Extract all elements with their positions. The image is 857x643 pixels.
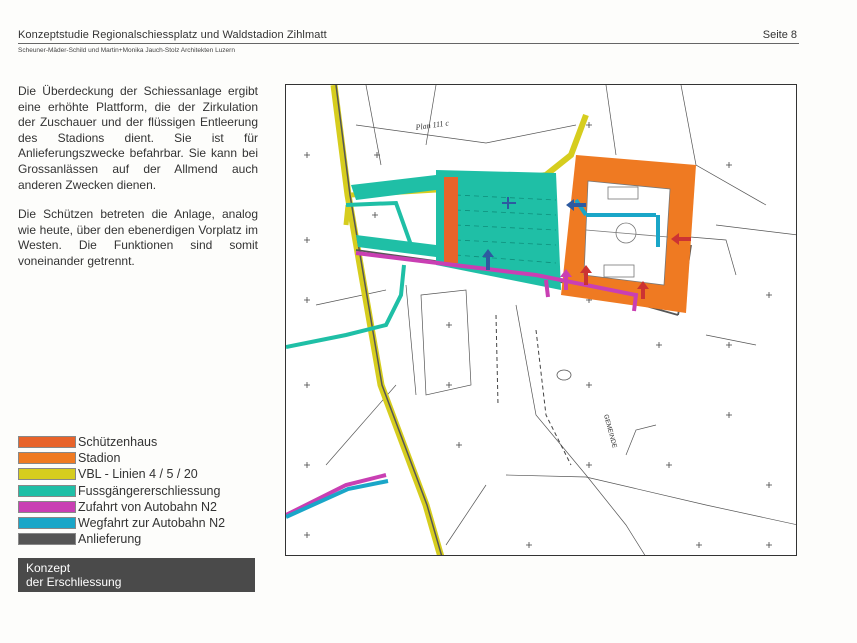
header-authors: Scheuner-Mäder-Schild und Martin+Monika …	[18, 47, 235, 54]
page-number: Seite 8	[762, 29, 797, 41]
paragraph-2: Die Schützen betreten die Anlage, analog…	[18, 207, 258, 268]
legend-label: Wegfahrt zur Autobahn N2	[78, 516, 226, 531]
dashed-boundary	[495, 314, 572, 466]
roundabout	[556, 369, 572, 381]
schuetzenhaus	[444, 177, 458, 263]
legend-swatch	[18, 452, 76, 465]
legend-label: VBL - Linien 4 / 5 / 20	[78, 467, 198, 482]
legend-swatch	[18, 468, 76, 481]
stadium	[561, 155, 696, 313]
site-plan-map: Plan 111 c GEMEINDE	[285, 84, 797, 556]
body-text: Die Überdeckung der Schiessanlage ergibt…	[18, 84, 258, 284]
legend-item-wegfahrt: Wegfahrt zur Autobahn N2	[18, 515, 225, 531]
legend-item-stadion: Stadion	[18, 450, 225, 466]
map-label-gemeinde: GEMEINDE	[602, 414, 618, 450]
map-label-plan: Plan 111 c	[414, 118, 450, 132]
legend-label: Anlieferung	[78, 532, 142, 547]
legend-label: Stadion	[78, 451, 121, 466]
legend-item-zufahrt: Zufahrt von Autobahn N2	[18, 499, 225, 515]
legend-swatch	[18, 500, 76, 513]
legend-swatch	[18, 484, 76, 497]
legend-swatch	[18, 436, 76, 449]
caption-line-2: der Erschliessung	[26, 575, 122, 589]
legend-item-vbl: VBL - Linien 4 / 5 / 20	[18, 466, 225, 482]
caption-box: Konzept der Erschliessung	[18, 558, 255, 592]
legend-label: Schützenhaus	[78, 435, 158, 450]
legend-item-anlieferung: Anlieferung	[18, 531, 225, 547]
caption-line-1: Konzept	[26, 561, 71, 575]
legend: Schützenhaus Stadion VBL - Linien 4 / 5 …	[18, 434, 225, 547]
legend-swatch	[18, 517, 76, 530]
legend-label: Fussgängererschliessung	[78, 483, 221, 498]
header-rule	[18, 43, 799, 44]
legend-label: Zufahrt von Autobahn N2	[78, 499, 217, 514]
header-title: Konzeptstudie Regionalschiessplatz und W…	[18, 29, 327, 41]
legend-swatch	[18, 533, 76, 546]
legend-item-fussgaenger: Fussgängererschliessung	[18, 483, 225, 499]
legend-item-schuetzenhaus: Schützenhaus	[18, 434, 225, 450]
paragraph-1: Die Überdeckung der Schiessanlage ergibt…	[18, 84, 258, 192]
